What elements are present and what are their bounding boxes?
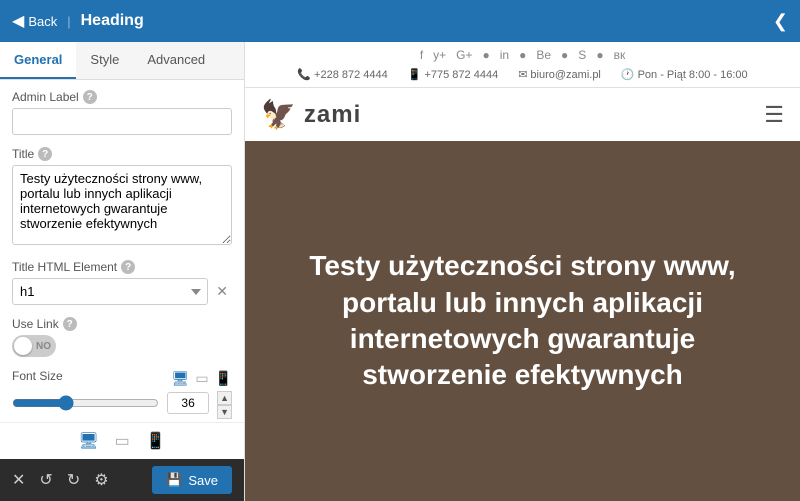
device-icons: 🖥 ▭ 📱 (172, 370, 232, 387)
font-size-label: Font Size (12, 369, 63, 383)
title-textarea[interactable]: Testy użyteczności strony www, portalu l… (12, 165, 232, 245)
back-label: Back (28, 14, 57, 29)
social-vk: вк (614, 48, 626, 62)
size-down-button[interactable]: ▼ (217, 405, 232, 419)
social-googleplus: G+ (456, 48, 472, 62)
desktop-tab[interactable]: 🖥 (78, 431, 98, 451)
preview-area: f y+ G+ ● in ● Be ● S ● вк 📞 +228 872 44… (245, 42, 800, 501)
main-area: General Style Advanced Admin Label ? (0, 42, 800, 501)
phone1: 📞 +228 872 4444 (297, 68, 387, 81)
title-help-icon[interactable]: ? (38, 147, 52, 161)
settings-icon: ⚙ (94, 470, 108, 490)
social-facebook: f (420, 48, 423, 62)
top-bar: ◀ Back | Heading ❮ (0, 0, 800, 42)
redo-button[interactable]: ↻ (67, 470, 80, 490)
use-link-label: Use Link ? (12, 317, 232, 331)
undo-icon: ↺ (39, 470, 52, 490)
undo-button[interactable]: ↺ (39, 470, 52, 490)
mobile-icon[interactable]: 📱 (215, 370, 232, 387)
use-link-help-icon[interactable]: ? (63, 317, 77, 331)
font-size-slider[interactable] (12, 395, 159, 411)
tablet-tab[interactable]: ▭ (115, 431, 130, 451)
tab-general[interactable]: General (0, 42, 76, 79)
hamburger-icon[interactable]: ☰ (764, 102, 784, 128)
tabs: General Style Advanced (0, 42, 244, 80)
admin-label-group: Admin Label ? (12, 90, 232, 135)
tab-style[interactable]: Style (76, 42, 133, 79)
social-linkedin: in (500, 48, 509, 62)
admin-label-input[interactable] (12, 108, 232, 135)
settings-button[interactable]: ⚙ (94, 470, 108, 490)
admin-label-label: Admin Label ? (12, 90, 232, 104)
preview-social: f y+ G+ ● in ● Be ● S ● вк (261, 46, 784, 64)
phone2: 📱 +775 872 4444 (408, 68, 498, 81)
preview-logo: 🦅 zami (261, 98, 361, 131)
social-dot3: ● (596, 48, 603, 62)
social-dot2: ● (561, 48, 568, 62)
save-icon: 💾 (166, 472, 182, 488)
back-arrow-icon: ◀ (12, 11, 24, 31)
tablet-icon[interactable]: ▭ (195, 370, 208, 387)
title-label: Title ? (12, 147, 232, 161)
email: ✉ biuro@zami.pl (518, 68, 601, 81)
social-skype: S (578, 48, 586, 62)
title-group: Title ? Testy użyteczności strony www, p… (12, 147, 232, 248)
font-size-group: Font Size 🖥 ▭ 📱 36 ▲ ▼ (12, 369, 232, 415)
size-up-button[interactable]: ▲ (217, 391, 232, 405)
form-area: Admin Label ? Title ? Testy użyteczności… (0, 80, 244, 422)
social-dot: ● (519, 48, 526, 62)
social-pinterest: ● (483, 48, 490, 62)
preview-topbar: f y+ G+ ● in ● Be ● S ● вк 📞 +228 872 44… (245, 42, 800, 88)
collapse-button[interactable]: ❮ (773, 11, 788, 32)
close-icon: ✕ (12, 470, 25, 490)
collapse-icon: ❮ (773, 11, 788, 31)
preview-nav: 🦅 zami ☰ (245, 88, 800, 141)
redo-icon: ↻ (67, 470, 80, 490)
close-button[interactable]: ✕ (12, 470, 25, 490)
font-size-header: Font Size 🖥 ▭ 📱 (12, 369, 232, 387)
device-tabs: 🖥 ▭ 📱 (0, 422, 244, 459)
html-element-select[interactable]: h1 h2 h3 h4 h5 h6 p div (12, 278, 208, 305)
logo-text: zami (304, 101, 361, 129)
use-link-toggle[interactable]: NO (12, 335, 56, 357)
desktop-icon[interactable]: 🖥 (172, 370, 190, 387)
use-link-group: Use Link ? NO (12, 317, 232, 357)
preview-hero: Testy użyteczności strony www, portalu l… (245, 141, 800, 501)
bottom-toolbar: ✕ ↺ ↻ ⚙ 💾 Save (0, 459, 244, 501)
preview-contact: 📞 +228 872 4444 📱 +775 872 4444 ✉ biuro@… (261, 66, 784, 83)
page-title: Heading (81, 12, 144, 30)
slider-row: 36 ▲ ▼ (12, 391, 232, 415)
social-twitter: y+ (433, 48, 446, 62)
tab-advanced[interactable]: Advanced (133, 42, 219, 79)
save-label: Save (188, 473, 218, 488)
save-button[interactable]: 💾 Save (152, 466, 232, 494)
toggle-no-label: NO (36, 341, 51, 352)
mobile-tab[interactable]: 📱 (146, 431, 166, 451)
select-row: h1 h2 h3 h4 h5 h6 p div ✕ (12, 278, 232, 305)
html-element-group: Title HTML Element ? h1 h2 h3 h4 h5 h6 p… (12, 260, 232, 305)
social-behance: Be (536, 48, 551, 62)
admin-label-help-icon[interactable]: ? (83, 90, 97, 104)
clear-select-button[interactable]: ✕ (212, 283, 232, 300)
html-element-label: Title HTML Element ? (12, 260, 232, 274)
html-element-help-icon[interactable]: ? (121, 260, 135, 274)
toggle-knob (14, 337, 32, 355)
left-panel: General Style Advanced Admin Label ? (0, 42, 245, 501)
font-size-input[interactable]: 36 (167, 392, 209, 414)
size-arrows: ▲ ▼ (217, 391, 232, 415)
hero-heading: Testy użyteczności strony www, portalu l… (245, 228, 800, 414)
back-button[interactable]: ◀ Back (12, 11, 57, 31)
divider: | (67, 14, 70, 29)
hours: 🕐 Pon - Piąt 8:00 - 16:00 (621, 68, 748, 81)
toggle-row: NO (12, 335, 232, 357)
logo-icon: 🦅 (261, 98, 296, 131)
